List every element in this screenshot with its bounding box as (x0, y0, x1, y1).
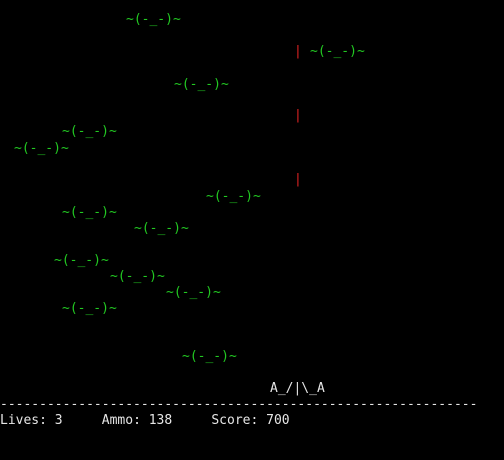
lives-label: Lives: (0, 413, 47, 428)
enemy-invader: ~(-_-)~ (182, 349, 237, 364)
enemy-invader: ~(-_-)~ (126, 12, 181, 27)
hud-bar: Lives: 3 Ammo: 138 Score: 700 (0, 413, 290, 429)
enemy-invader: ~(-_-)~ (206, 189, 261, 204)
enemy-invader: ~(-_-)~ (310, 44, 365, 59)
game-screen[interactable]: ~(-_-)~ ~(-_-)~ ~(-_-)~ ~(-_-)~ ~(-_-)~ … (0, 0, 504, 460)
lives-value: 3 (54, 413, 63, 428)
enemy-invader: ~(-_-)~ (62, 205, 117, 220)
hud-divider: ----------------------------------------… (0, 397, 478, 412)
player-bullet: | (294, 44, 302, 59)
enemy-invader: ~(-_-)~ (62, 301, 117, 316)
player-bullet: | (294, 108, 302, 123)
player-ship[interactable]: A_/|\_A (270, 381, 325, 397)
enemy-invader: ~(-_-)~ (166, 285, 221, 300)
enemy-invader: ~(-_-)~ (14, 141, 69, 156)
ammo-value: 138 (148, 413, 173, 428)
score-label: Score: (211, 413, 259, 428)
enemy-invader: ~(-_-)~ (62, 124, 117, 139)
enemy-invader: ~(-_-)~ (110, 269, 165, 284)
score-value: 700 (266, 413, 290, 428)
player-bullet: | (294, 172, 302, 187)
enemy-invader: ~(-_-)~ (134, 221, 189, 236)
ammo-label: Ammo: (101, 413, 141, 428)
enemy-invader: ~(-_-)~ (54, 253, 109, 268)
enemy-invader: ~(-_-)~ (174, 77, 229, 92)
